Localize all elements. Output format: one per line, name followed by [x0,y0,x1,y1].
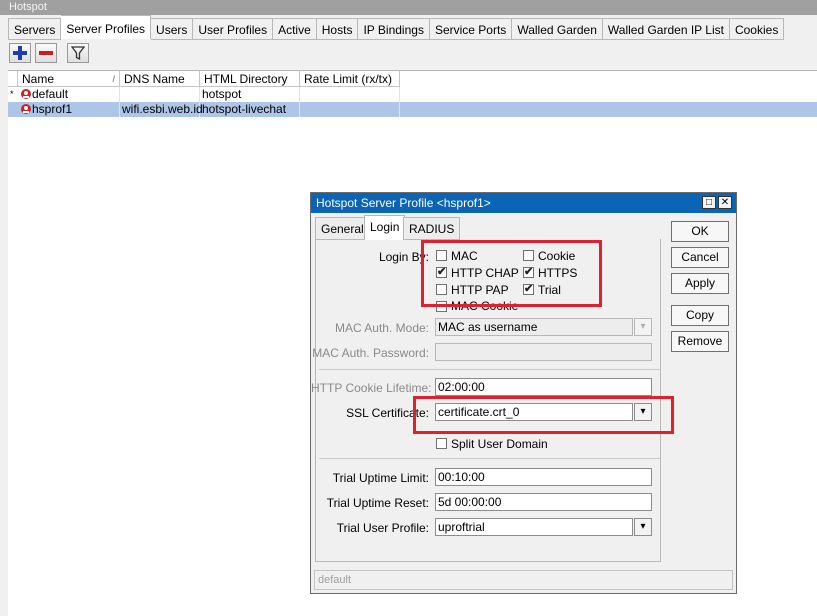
default-marker [8,102,18,117]
plus-icon [13,46,27,60]
tab-bar: Servers Server Profiles Users User Profi… [8,15,785,40]
split-user-domain-checkbox[interactable] [436,438,447,449]
status-bar: default [314,570,733,590]
split-user-domain-label: Split User Domain [451,437,548,451]
default-marker: * [10,89,14,99]
mac-auth-mode-select[interactable]: MAC as username [435,318,633,336]
tab-cookies[interactable]: Cookies [729,18,785,40]
login-by-label: Login By: [378,250,429,264]
table-row[interactable]: hsprof1 wifi.esbi.web.id hotspot-livecha… [8,102,817,117]
trial-uptime-limit-label: Trial Uptime Limit: [332,471,429,485]
http-cookie-lifetime-input[interactable]: 02:00:00 [435,378,652,396]
trial-user-profile-label: Trial User Profile: [336,521,429,535]
trial-user-profile-dropdown[interactable]: ▾ [634,518,652,536]
highlight-box [421,240,602,307]
header-html-directory[interactable]: HTML Directory [200,71,300,87]
profile-icon [21,89,31,99]
dialog-title: Hotspot Server Profile <hsprof1> [311,193,736,213]
html-directory-cell: hotspot [200,87,300,102]
tab-hosts[interactable]: Hosts [316,18,359,40]
tab-user-profiles[interactable]: User Profiles [193,18,274,40]
header-marker [8,71,18,87]
dialog-tab-general[interactable]: General [315,217,370,240]
separator [319,369,661,370]
tab-walled-garden-ip-list[interactable]: Walled Garden IP List [602,18,730,40]
trial-uptime-limit-input[interactable]: 00:10:00 [435,468,652,486]
server-profile-dialog: Hotspot Server Profile <hsprof1> □ ✕ Gen… [310,192,737,594]
highlight-box [413,396,674,434]
remove-button[interactable] [35,43,57,63]
header-dns-name[interactable]: DNS Name [120,71,200,87]
tab-server-profiles[interactable]: Server Profiles [61,15,152,39]
tab-ip-bindings[interactable]: IP Bindings [358,18,430,40]
close-button[interactable]: ✕ [718,196,732,209]
header-name[interactable]: Name / [18,71,120,87]
profile-name-cell: hsprof1 [18,102,120,117]
mac-auth-mode-label: MAC Auth. Mode: [334,321,429,335]
filter-button[interactable] [67,43,89,63]
dialog-tab-login[interactable]: Login [364,215,406,240]
dns-name-cell: wifi.esbi.web.id [122,102,203,117]
window-title: Hotspot [0,0,817,15]
profile-name-cell: default [18,87,120,102]
trial-user-profile-select[interactable]: uproftrial [435,518,633,536]
copy-button[interactable]: Copy [671,305,729,326]
tab-active[interactable]: Active [273,18,317,40]
header-rate-limit[interactable]: Rate Limit (rx/tx) [300,71,400,87]
mac-auth-password-label: MAC Auth. Password: [312,346,429,360]
tab-walled-garden[interactable]: Walled Garden [512,18,603,40]
rate-limit-cell [300,87,400,102]
remove-profile-button[interactable]: Remove [671,331,729,352]
mac-auth-mode-dropdown[interactable]: ▾ [634,318,652,336]
close-icon: ✕ [720,197,730,208]
add-button[interactable] [9,43,31,63]
tab-service-ports[interactable]: Service Ports [429,18,513,40]
dialog-tab-radius[interactable]: RADIUS [403,217,461,240]
http-cookie-lifetime-label: HTTP Cookie Lifetime: [311,381,432,395]
tab-servers[interactable]: Servers [8,18,62,40]
dropdown-arrow-icon: ▾ [640,321,646,332]
minus-icon [39,51,53,55]
table-row[interactable]: * default hotspot [8,87,817,102]
maximize-button[interactable]: □ [702,196,716,209]
cancel-button[interactable]: Cancel [671,247,729,268]
dns-name-cell [120,87,200,102]
apply-button[interactable]: Apply [671,273,729,294]
mac-auth-password-input[interactable] [435,343,652,361]
filter-icon [71,46,85,60]
maximize-icon: □ [705,197,713,208]
ssl-certificate-label: SSL Certificate: [346,406,429,420]
separator [319,458,661,459]
html-directory-cell: hotspot-livechat [200,102,300,117]
ok-button[interactable]: OK [671,221,729,242]
rate-limit-cell [300,102,400,117]
trial-uptime-reset-label: Trial Uptime Reset: [326,496,429,510]
profile-icon [21,104,31,114]
trial-uptime-reset-input[interactable]: 5d 00:00:00 [435,493,652,511]
dropdown-arrow-icon: ▾ [640,521,646,532]
tab-users[interactable]: Users [151,18,194,40]
